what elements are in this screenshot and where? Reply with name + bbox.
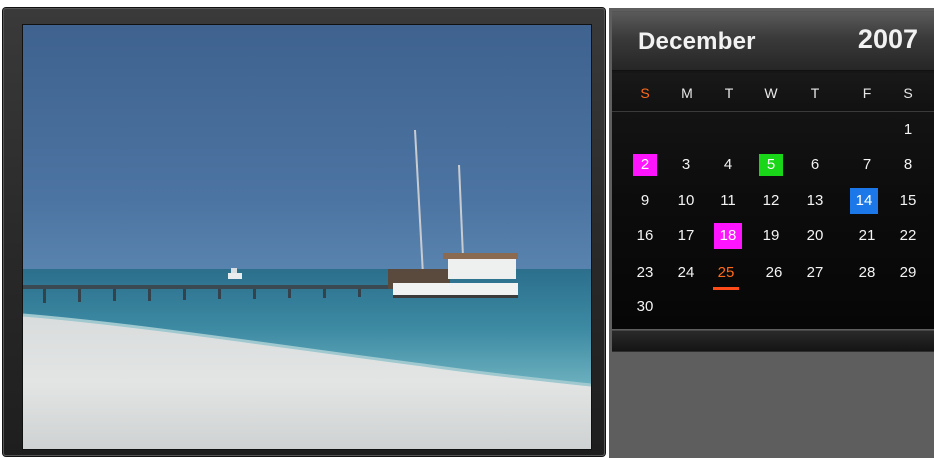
calendar-day[interactable]: 22 [896,225,920,247]
year-label[interactable]: 2007 [858,24,918,55]
calendar-day-today[interactable]: 25 [714,262,738,284]
calendar-day[interactable]: 9 [633,190,657,212]
calendar-panel: December 2007 S M T W T F S 1 2 3 4 5 6 … [609,8,934,458]
calendar-day[interactable]: 3 [674,154,698,176]
calendar-day[interactable]: 21 [855,225,879,247]
calendar-widget: December 2007 S M T W T F S 1 2 3 4 5 6 … [612,11,934,329]
calendar-day[interactable]: 27 [803,262,827,284]
calendar-footer-bar [612,330,934,352]
calendar-day[interactable]: 29 [896,262,920,284]
weekday-monday: M [681,85,693,101]
calendar-day[interactable]: 12 [759,190,783,212]
calendar-day[interactable]: 26 [762,262,786,284]
calendar-day[interactable]: 8 [896,154,920,176]
calendar-day-highlighted[interactable]: 5 [759,154,783,176]
today-marker [713,287,739,290]
weekday-sunday: S [640,85,650,101]
calendar-day[interactable]: 7 [855,154,879,176]
calendar-day[interactable]: 1 [896,119,920,141]
calendar-day[interactable]: 24 [674,262,698,284]
month-label[interactable]: December [638,28,756,56]
calendar-day-highlighted[interactable]: 18 [714,223,742,249]
calendar-day-highlighted[interactable]: 14 [850,188,878,214]
photo-frame [3,8,605,456]
calendar-day[interactable]: 15 [896,190,920,212]
calendar-day[interactable]: 16 [633,225,657,247]
calendar-day[interactable]: 13 [803,190,827,212]
beach-photo-image [23,25,591,449]
calendar-day[interactable]: 28 [855,262,879,284]
calendar-day[interactable]: 19 [759,225,783,247]
weekday-friday: F [862,85,872,101]
calendar-header: December 2007 [612,12,934,71]
calendar-day[interactable]: 11 [716,190,740,212]
weekday-tuesday: T [724,85,734,101]
calendar-day[interactable]: 23 [633,262,657,284]
weekday-thursday: T [810,85,820,101]
weekday-wednesday: W [764,85,778,101]
calendar-day-highlighted[interactable]: 2 [633,154,657,176]
calendar-day[interactable]: 6 [803,154,827,176]
calendar-day[interactable]: 10 [674,190,698,212]
calendar-day[interactable]: 20 [803,225,827,247]
weekday-header-row: S M T W T F S [612,73,934,112]
calendar-day[interactable]: 17 [674,225,698,247]
calendar-day[interactable]: 30 [633,296,657,318]
weekday-saturday: S [903,85,913,101]
calendar-day[interactable]: 4 [716,154,740,176]
beach-photo [22,24,592,450]
